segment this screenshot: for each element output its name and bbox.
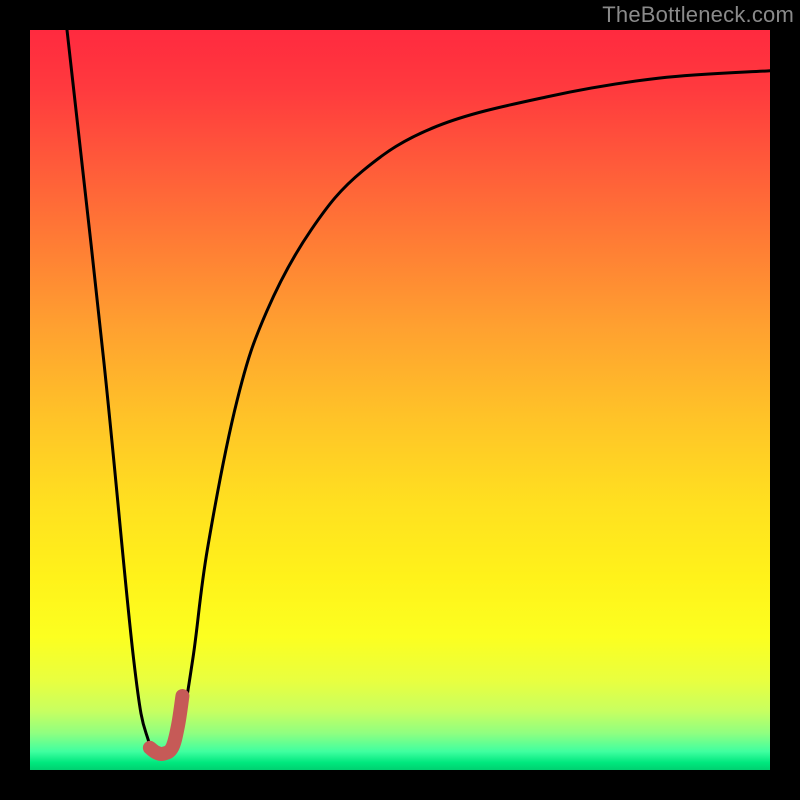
plot-area [30, 30, 770, 770]
watermark-text: TheBottleneck.com [602, 2, 794, 28]
curve-svg [30, 30, 770, 770]
bottleneck-curve-path [67, 30, 770, 755]
chart-frame: TheBottleneck.com [0, 0, 800, 800]
optimal-range-marker [150, 696, 183, 754]
